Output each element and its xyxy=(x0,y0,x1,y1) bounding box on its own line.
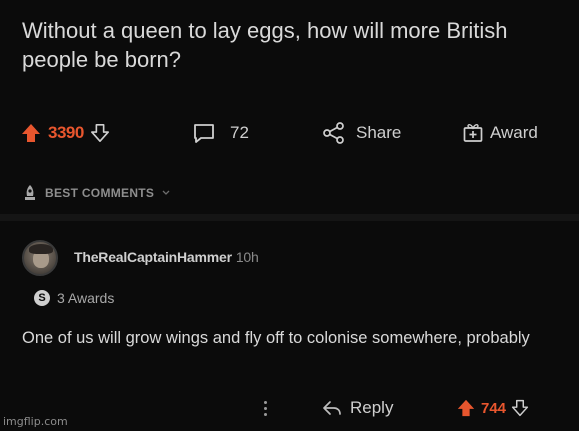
share-button[interactable]: Share xyxy=(322,112,401,154)
comment-action-bar: Reply 744 xyxy=(0,392,579,424)
award-label: Award xyxy=(490,123,538,142)
share-label: Share xyxy=(356,123,402,142)
award-coin-icon: S xyxy=(34,290,50,306)
comment-author[interactable]: TheRealCaptainHammer 10h xyxy=(74,249,259,265)
downvote-icon[interactable] xyxy=(90,123,110,143)
avatar-hair xyxy=(29,244,53,254)
reply-arrow-icon xyxy=(322,399,342,417)
post-action-bar: 3390 72 Share Award xyxy=(0,112,579,154)
reply-button[interactable]: Reply xyxy=(322,392,393,424)
award-button[interactable]: Award xyxy=(462,112,538,154)
comments-button[interactable]: 72 xyxy=(192,112,249,154)
gift-icon xyxy=(462,122,484,144)
comment-timestamp: 10h xyxy=(235,249,259,265)
post-score: 3390 xyxy=(48,123,84,142)
comment-body: One of us will grow wings and fly off to… xyxy=(22,329,530,347)
share-icon xyxy=(322,122,346,144)
comment-downvote-icon[interactable] xyxy=(511,399,529,417)
comment-upvote-icon[interactable] xyxy=(456,398,476,418)
upvote-icon[interactable] xyxy=(20,122,42,144)
username[interactable]: TheRealCaptainHammer xyxy=(74,249,232,265)
more-options-icon[interactable] xyxy=(258,392,272,424)
reply-label: Reply xyxy=(350,398,394,417)
sort-label: BEST COMMENTS xyxy=(45,186,155,200)
post-vote-group: 3390 xyxy=(20,112,110,154)
comment-vote-group: 744 xyxy=(456,392,529,424)
comment-score: 744 xyxy=(481,399,507,417)
post-title: Without a queen to lay eggs, how will mo… xyxy=(22,18,508,72)
awards-row[interactable]: S 3 Awards xyxy=(34,290,114,306)
section-divider xyxy=(0,214,579,221)
chevron-down-icon xyxy=(161,189,171,197)
comment-bubble-icon xyxy=(192,122,216,144)
comment-count: 72 xyxy=(230,123,249,142)
watermark: imgflip.com xyxy=(3,415,68,428)
avatar[interactable] xyxy=(22,240,58,276)
comment-sort-dropdown[interactable]: BEST COMMENTS xyxy=(22,182,171,204)
awards-count: 3 Awards xyxy=(57,290,115,306)
rocket-icon xyxy=(22,184,38,202)
